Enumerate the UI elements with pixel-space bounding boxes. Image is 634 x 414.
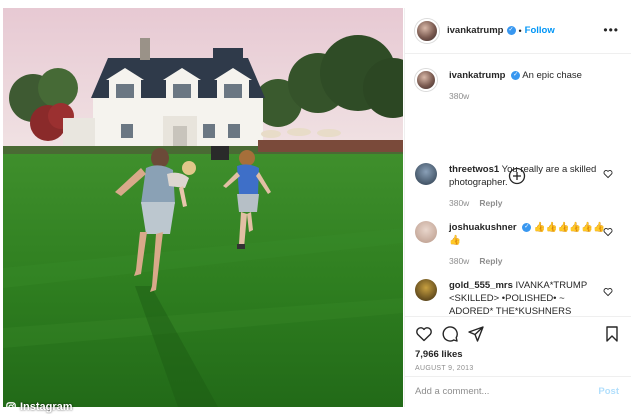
reply-button[interactable]: Reply [479, 198, 502, 208]
comment-username[interactable]: joshuakushner [449, 222, 517, 233]
add-comment-bar: Add a comment... Post [405, 376, 631, 407]
heart-icon[interactable] [415, 325, 433, 343]
share-icon[interactable] [467, 325, 485, 343]
avatar[interactable] [415, 18, 439, 43]
caption-meta: 380w [449, 90, 609, 103]
post-header: ivankatrump ✓ • Follow ••• [405, 8, 631, 54]
avatar[interactable] [415, 279, 437, 301]
caption-body: ivankatrump ✓ An epic chase 380w [449, 69, 609, 103]
comment-meta: 380w Reply [449, 255, 609, 268]
more-horizontal-icon[interactable]: ••• [603, 24, 619, 36]
watermark-text: Instagram [20, 401, 73, 413]
post-photo-image [3, 8, 403, 407]
reply-button[interactable]: Reply [479, 256, 502, 266]
post-side-panel: ivankatrump ✓ • Follow ••• ivankatrump ✓… [404, 8, 631, 407]
heart-icon[interactable] [603, 169, 613, 179]
caption-time: 380w [449, 91, 470, 101]
post-actions: 7,966 likes AUGUST 9, 2013 [405, 316, 631, 376]
comment-body: threetwos1 You really are a skilled phot… [449, 163, 609, 210]
verified-badge-icon: ✓ [522, 222, 532, 232]
comment-icon[interactable] [441, 325, 459, 343]
caption-username[interactable]: ivankatrump [449, 70, 506, 81]
header-username[interactable]: ivankatrump [447, 25, 504, 36]
comment-meta: 380w Reply [449, 197, 609, 210]
post-button[interactable]: Post [598, 386, 619, 397]
instagram-post-embed: Instagram ivankatrump ✓ • Follow ••• iva… [0, 0, 634, 414]
avatar[interactable] [415, 221, 437, 243]
comments-list[interactable]: ivankatrump ✓ An epic chase 380w threetw… [405, 55, 631, 316]
comment-username[interactable]: gold_555_mrs [449, 280, 513, 291]
avatar[interactable] [415, 163, 437, 185]
post-photo[interactable] [3, 8, 403, 407]
instagram-logo-icon [6, 402, 16, 412]
follow-button[interactable]: Follow [525, 25, 555, 36]
caption-text: An epic chase [522, 70, 582, 81]
comment-body: joshuakushner ✓ 👍👍👍👍👍👍👍 380w Reply [449, 221, 609, 268]
likes-count[interactable]: 7,966 likes [415, 349, 463, 360]
comment-input[interactable]: Add a comment... [415, 386, 489, 397]
heart-icon[interactable] [603, 287, 613, 297]
comment-time: 380w [449, 256, 470, 266]
comment-username[interactable]: threetwos1 [449, 164, 499, 175]
separator-dot: • [518, 25, 522, 36]
heart-icon[interactable] [603, 227, 613, 237]
avatar[interactable] [415, 69, 437, 91]
post-date[interactable]: AUGUST 9, 2013 [415, 365, 474, 372]
instagram-watermark: Instagram [6, 400, 73, 414]
comment-body: gold_555_mrs IVANKA*TRUMP <SKILLED> •POL… [449, 279, 609, 316]
bookmark-icon[interactable] [603, 325, 621, 343]
verified-badge-icon: ✓ [511, 70, 521, 80]
verified-badge-icon: ✓ [506, 26, 516, 35]
comment-time: 380w [449, 198, 470, 208]
